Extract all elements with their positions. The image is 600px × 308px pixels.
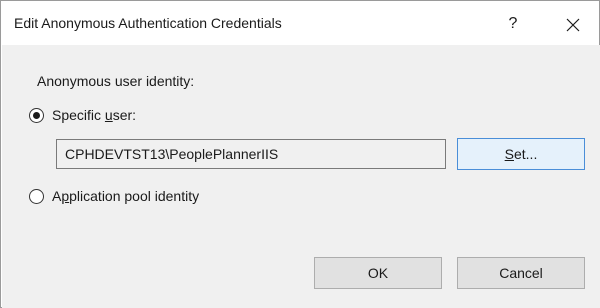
- application-pool-identity-label: Application pool identity: [52, 188, 200, 204]
- edit-anonymous-auth-dialog: Edit Anonymous Authentication Credential…: [0, 0, 600, 308]
- help-button[interactable]: ?: [499, 10, 527, 38]
- application-pool-identity-radio[interactable]: [29, 188, 44, 204]
- ok-button[interactable]: OK: [314, 257, 442, 289]
- close-icon: [566, 18, 580, 32]
- dialog-body: Anonymous user identity: Specific user: …: [2, 45, 600, 308]
- dialog-title: Edit Anonymous Authentication Credential…: [14, 15, 282, 31]
- cancel-button[interactable]: Cancel: [457, 257, 585, 289]
- title-bar: Edit Anonymous Authentication Credential…: [1, 1, 599, 45]
- close-button[interactable]: [555, 10, 591, 38]
- specific-user-field[interactable]: CPHDEVTST13\PeoplePlannerIIS: [56, 139, 446, 169]
- anonymous-user-identity-label: Anonymous user identity:: [37, 73, 195, 89]
- specific-user-radio[interactable]: [29, 107, 44, 123]
- specific-user-option[interactable]: Specific user:: [29, 107, 136, 123]
- application-pool-identity-option[interactable]: Application pool identity: [29, 188, 199, 204]
- set-button[interactable]: Set...: [457, 138, 585, 170]
- specific-user-label: Specific user:: [52, 107, 137, 123]
